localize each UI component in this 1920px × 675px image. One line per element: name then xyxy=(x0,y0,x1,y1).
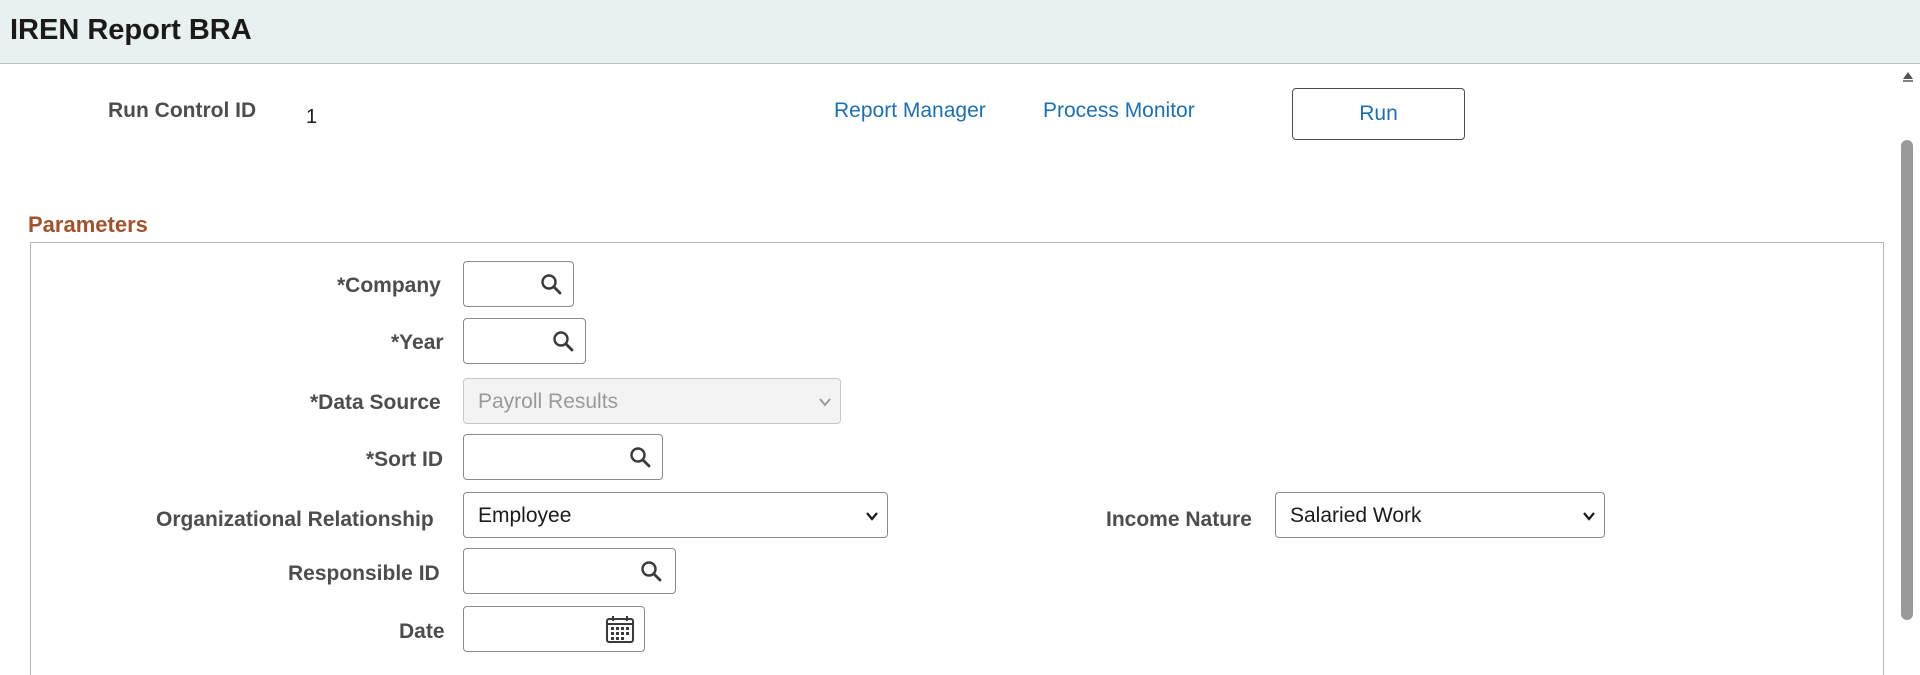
scrollbar-thumb[interactable] xyxy=(1901,140,1913,620)
chevron-down-icon xyxy=(866,512,878,521)
search-icon[interactable] xyxy=(639,559,663,583)
org-relationship-select[interactable]: Employee xyxy=(463,492,888,538)
sort-id-label: *Sort ID xyxy=(366,448,444,471)
date-label: Date xyxy=(399,620,445,643)
run-control-label: Run Control ID xyxy=(108,99,257,122)
page-header: IREN Report BRA xyxy=(0,0,1920,64)
run-button[interactable]: Run xyxy=(1292,88,1465,140)
search-icon[interactable] xyxy=(628,445,652,469)
year-label: *Year xyxy=(391,331,444,354)
scroll-up-arrow-icon[interactable] xyxy=(1901,69,1915,83)
org-relationship-value: Employee xyxy=(478,504,572,527)
year-field[interactable] xyxy=(463,318,586,364)
responsible-id-field[interactable] xyxy=(463,548,676,594)
search-icon[interactable] xyxy=(551,329,575,353)
calendar-icon[interactable] xyxy=(604,613,636,645)
data-source-label: *Data Source xyxy=(310,391,441,414)
data-source-value: Payroll Results xyxy=(478,390,619,413)
page-title: IREN Report BRA xyxy=(10,14,252,46)
parameters-group-box xyxy=(30,242,1884,675)
org-relationship-label: Organizational Relationship xyxy=(156,508,434,531)
date-field[interactable] xyxy=(463,606,645,652)
chevron-down-icon xyxy=(1583,512,1595,521)
run-control-value: 1 xyxy=(306,106,318,128)
income-nature-label: Income Nature xyxy=(1106,508,1252,531)
company-label: *Company xyxy=(337,274,441,297)
report-manager-link[interactable]: Report Manager xyxy=(834,99,986,123)
chevron-down-icon xyxy=(819,398,831,407)
search-icon[interactable] xyxy=(539,272,563,296)
vertical-scrollbar[interactable] xyxy=(1896,65,1920,675)
company-field[interactable] xyxy=(463,261,574,307)
process-monitor-link[interactable]: Process Monitor xyxy=(1043,99,1195,123)
income-nature-select[interactable]: Salaried Work xyxy=(1275,492,1605,538)
responsible-id-label: Responsible ID xyxy=(288,562,440,585)
sort-id-field[interactable] xyxy=(463,434,663,480)
data-source-select: Payroll Results xyxy=(463,378,841,424)
parameters-section-title: Parameters xyxy=(28,212,148,237)
income-nature-value: Salaried Work xyxy=(1290,504,1422,527)
